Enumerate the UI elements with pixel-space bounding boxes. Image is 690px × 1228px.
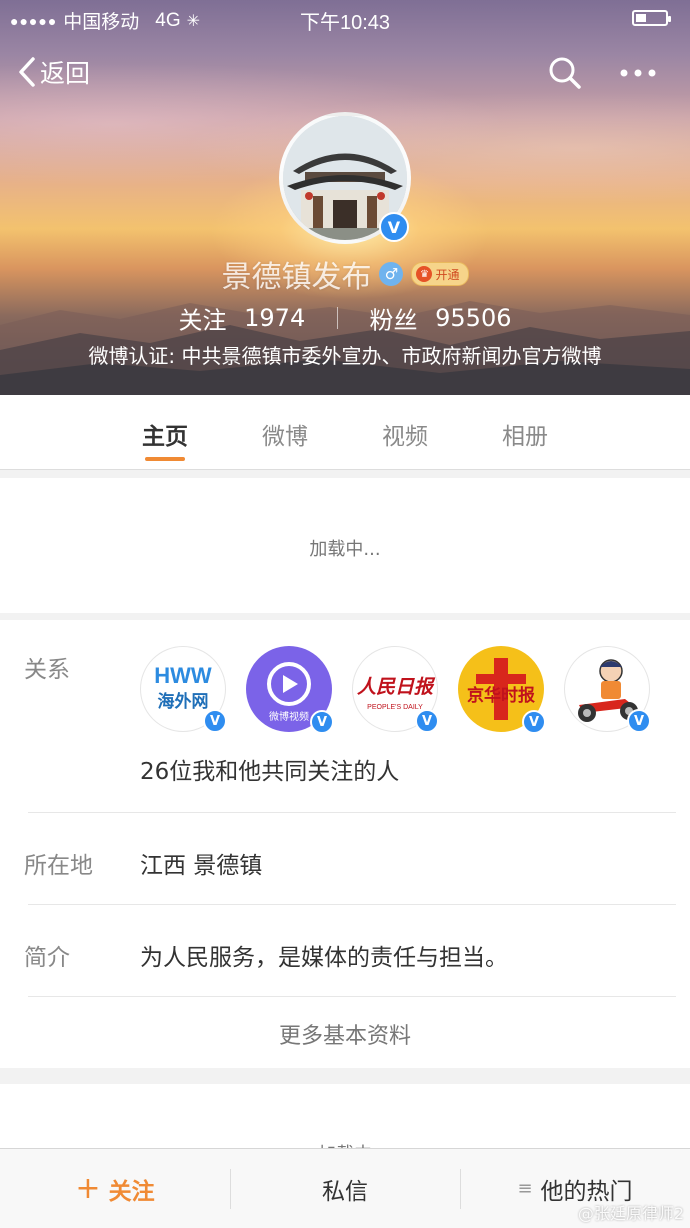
verified-badge-icon: V xyxy=(310,710,334,734)
status-bar: ●●●●● 中国移动 4G ✳ 下午10:43 xyxy=(0,0,690,36)
top-navigation: 返回 xyxy=(0,48,690,98)
svg-text:人民日报: 人民日报 xyxy=(357,676,436,698)
svg-text:京华时报: 京华时报 xyxy=(467,685,535,706)
stats-divider xyxy=(336,306,338,329)
mutual-account-weibo-video[interactable]: 微博视频 V xyxy=(246,646,334,734)
active-tab-indicator xyxy=(145,457,185,461)
message-label: 私信 xyxy=(322,1178,368,1205)
verification-text: 微博认证: 中共景德镇市委外宣办、市政府新闻办官方微博 xyxy=(88,344,602,368)
following-stat[interactable]: 关注 1974 xyxy=(178,303,313,335)
search-icon[interactable] xyxy=(548,56,582,90)
location-value: 江西 景德镇 xyxy=(140,853,263,879)
profile-name-row: 景德镇发布 ♂ ♛ 开通 xyxy=(0,252,690,296)
follow-label: 关注 xyxy=(108,1178,155,1205)
profile-avatar[interactable]: V xyxy=(279,112,411,244)
intro-label: 简介 xyxy=(24,945,70,971)
verified-badge-icon: V xyxy=(522,710,546,734)
verified-badge-icon: V xyxy=(379,212,409,242)
more-info-button[interactable]: 更多基本资料 xyxy=(0,1018,690,1050)
svg-text:PEOPLE'S DAILY: PEOPLE'S DAILY xyxy=(367,704,423,711)
battery-icon xyxy=(632,10,671,26)
following-count: 1974 xyxy=(244,303,306,332)
profile-tabs: 主页 微博 视频 相册 xyxy=(0,395,690,470)
follow-button[interactable]: + 关注 xyxy=(0,1149,230,1228)
watermark: @张廷原律师2 xyxy=(577,1204,684,1223)
mutual-accounts-list: HWW 海外网 V 微博视频 V 人民日报 PEOPLE'S DAILY V 京… xyxy=(140,646,651,734)
followers-count: 95506 xyxy=(435,303,512,332)
status-time: 下午10:43 xyxy=(299,12,391,34)
male-gender-icon: ♂ xyxy=(379,262,404,286)
profile-stats: 关注 1974 粉丝 95506 xyxy=(0,300,690,335)
verified-badge-icon: V xyxy=(415,709,439,733)
mutual-account-haiwai[interactable]: HWW 海外网 V xyxy=(140,646,227,733)
chevron-left-icon xyxy=(19,57,35,87)
tab-album[interactable]: 相册 xyxy=(485,417,565,451)
vip-label: 开通 xyxy=(435,267,460,282)
relations-label: 关系 xyxy=(24,657,70,683)
plus-icon: + xyxy=(75,1171,101,1206)
mutual-account-jinghua-times[interactable]: 京华时报 V xyxy=(458,646,546,734)
profile-header: ●●●●● 中国移动 4G ✳ 下午10:43 返回 V 景德镇发布 ♂ ♛ 开… xyxy=(0,0,690,395)
verified-badge-icon: V xyxy=(203,709,227,733)
location-label: 所在地 xyxy=(24,853,93,879)
crown-icon: ♛ xyxy=(416,266,433,282)
profile-name: 景德镇发布 xyxy=(221,260,372,295)
more-options-icon[interactable] xyxy=(618,58,658,88)
divider xyxy=(28,904,676,905)
verified-badge-icon: V xyxy=(627,709,651,733)
svg-text:微博视频: 微博视频 xyxy=(269,710,309,723)
svg-text:HWW: HWW xyxy=(154,663,212,688)
tab-home[interactable]: 主页 xyxy=(125,417,205,451)
back-label: 返回 xyxy=(40,59,91,88)
divider xyxy=(28,812,676,813)
menu-lines-icon: ≡ xyxy=(517,1178,533,1199)
back-button[interactable]: 返回 xyxy=(18,54,90,90)
svg-text:海外网: 海外网 xyxy=(158,691,209,712)
followers-label: 粉丝 xyxy=(369,306,418,334)
tab-weibo[interactable]: 微博 xyxy=(245,417,325,451)
divider xyxy=(28,996,676,997)
mutual-followers-link[interactable]: 26位我和他共同关注的人 xyxy=(140,752,399,786)
tab-video[interactable]: 视频 xyxy=(365,417,445,451)
loading-text: 加载中... xyxy=(309,539,381,560)
vip-badge[interactable]: ♛ 开通 xyxy=(411,262,469,286)
followers-stat[interactable]: 粉丝 95506 xyxy=(369,303,512,335)
following-label: 关注 xyxy=(178,306,227,334)
mutual-account-peoples-daily[interactable]: 人民日报 PEOPLE'S DAILY V xyxy=(352,646,439,733)
basic-info-card: 关系 HWW 海外网 V 微博视频 V 人民日报 PEOPLE'S DAILY … xyxy=(0,620,690,1068)
mutual-account-cartoon-police[interactable]: V xyxy=(564,646,651,733)
intro-value: 为人民服务，是媒体的责任与担当。 xyxy=(140,945,508,971)
loading-section: 加载中... xyxy=(0,478,690,613)
message-button[interactable]: 私信 xyxy=(230,1149,460,1228)
